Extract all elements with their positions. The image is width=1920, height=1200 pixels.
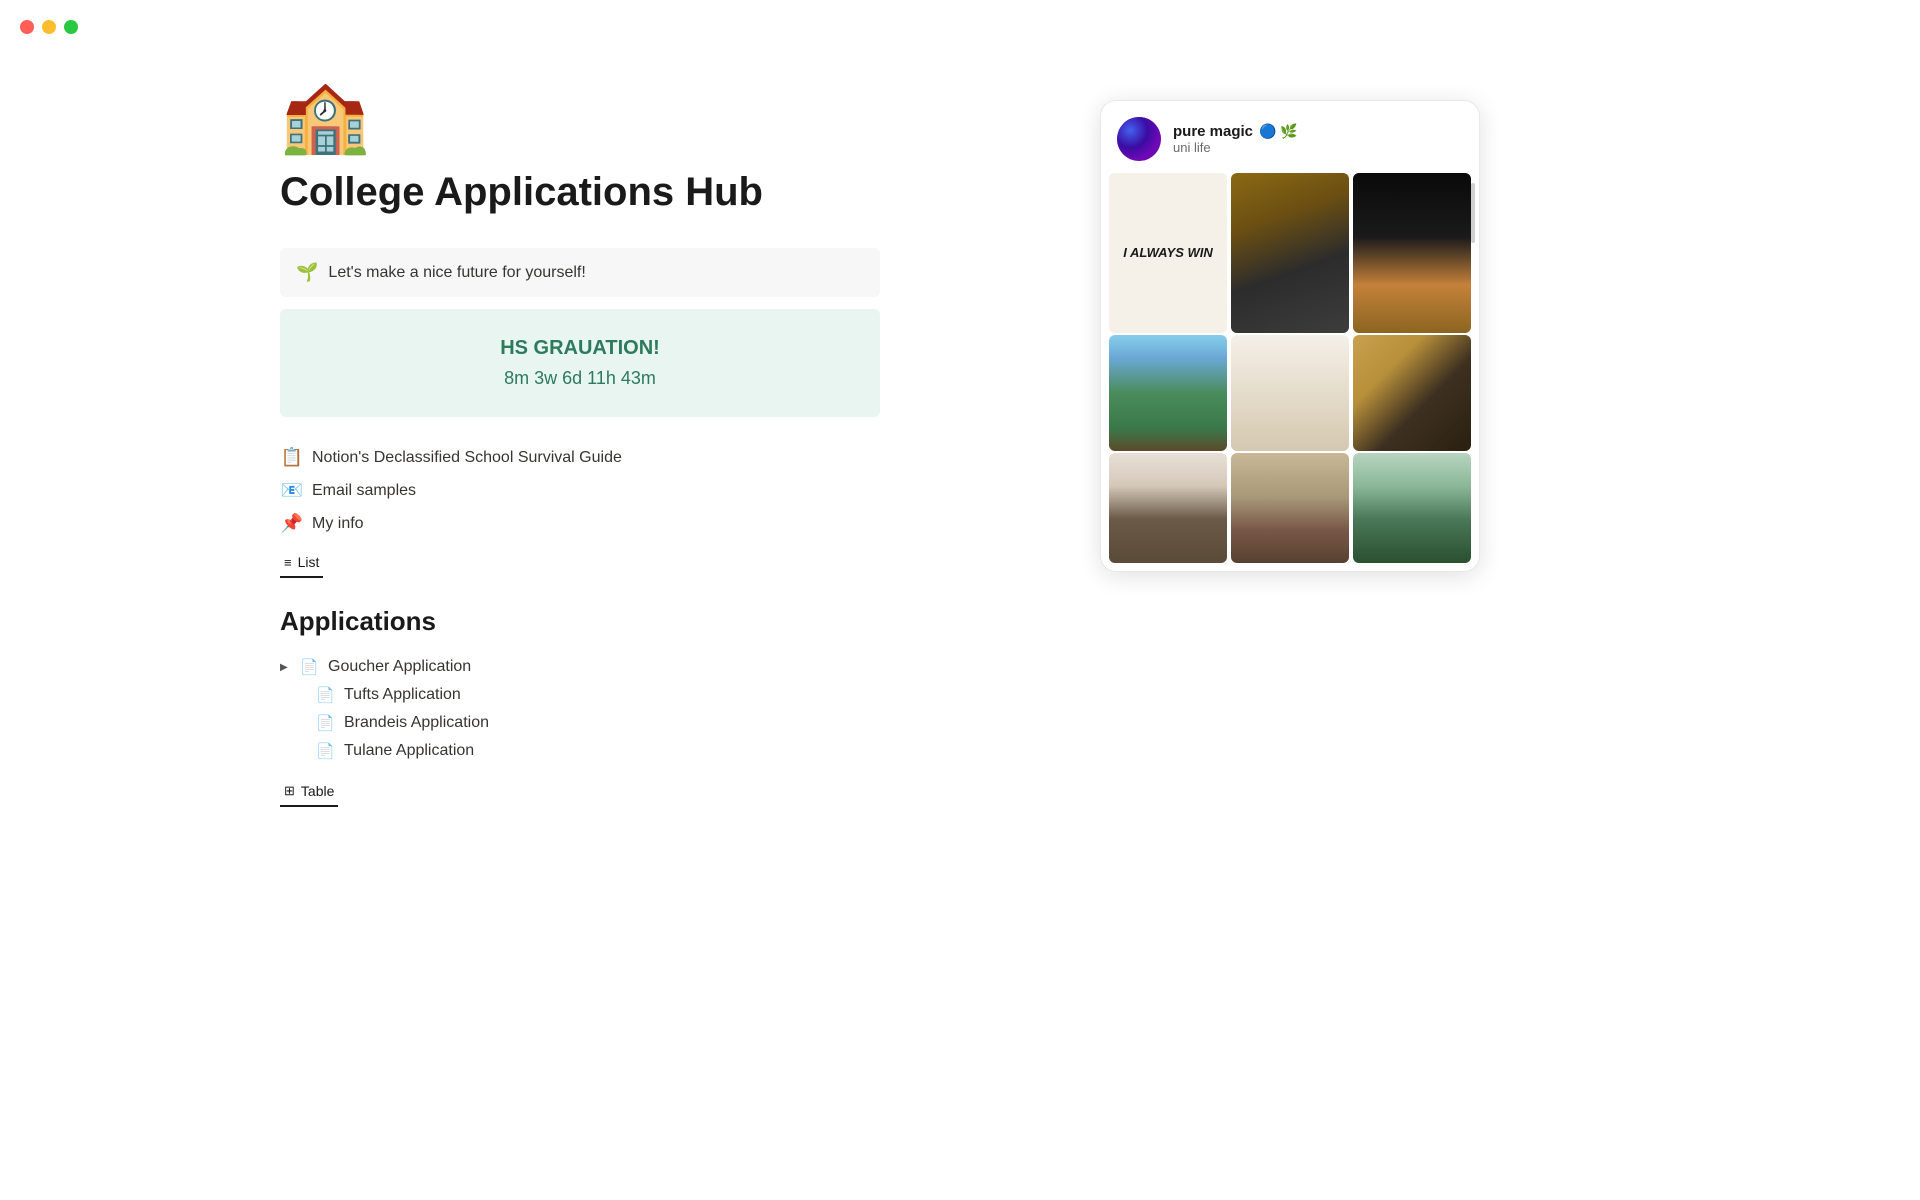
card-header: pure magic 🔵 🌿 uni life (1101, 101, 1479, 173)
app-item-3[interactable]: 📄 Tulane Application (316, 737, 880, 765)
text-cell-content: I ALWAYS WIN (1115, 236, 1221, 270)
countdown-time: 8m 3w 6d 11h 43m (296, 368, 864, 389)
applications-title: Applications (280, 606, 880, 637)
avatar (1117, 117, 1161, 161)
table-icon: ⊞ (284, 783, 295, 799)
doc-icon-1: 📄 (316, 686, 336, 704)
page-title: College Applications Hub (280, 168, 880, 216)
links-section: 📋 Notion's Declassified School Survival … (280, 441, 880, 540)
countdown-box: HS GRAUATION! 8m 3w 6d 11h 43m (280, 309, 880, 417)
list-icon: ≡ (284, 555, 292, 570)
link-icon-0: 📋 (280, 447, 304, 468)
list-tab[interactable]: ≡ List (280, 552, 323, 578)
left-column: 🏫 College Applications Hub 🌱 Let's make … (280, 80, 880, 807)
photo-people (1231, 453, 1349, 563)
doc-icon-3: 📄 (316, 742, 336, 760)
app-item-1[interactable]: 📄 Tufts Application (316, 681, 880, 709)
user-info: pure magic 🔵 🌿 uni life (1173, 123, 1463, 155)
page-icon: 🏫 (280, 80, 880, 152)
main-content: 🏫 College Applications Hub 🌱 Let's make … (160, 0, 1760, 847)
link-item-1[interactable]: 📧 Email samples (280, 474, 880, 507)
badges: 🔵 🌿 (1259, 123, 1298, 140)
photo-campus (1109, 335, 1227, 451)
doc-icon-0: 📄 (300, 658, 320, 676)
link-text-2: My info (312, 515, 364, 533)
callout-text: Let's make a nice future for yourself! (328, 264, 585, 282)
link-icon-1: 📧 (280, 480, 304, 501)
right-column: pure magic 🔵 🌿 uni life I ALWAYS WIN (940, 80, 1640, 807)
list-tab-item[interactable]: ≡ List (280, 552, 323, 572)
applications-list: ▶ 📄 Goucher Application 📄 Tufts Applicat… (280, 653, 880, 765)
callout-icon: 🌱 (296, 262, 318, 283)
app-name-3: Tulane Application (344, 742, 474, 760)
text-cell: I ALWAYS WIN (1109, 173, 1227, 333)
link-icon-2: 📌 (280, 513, 304, 534)
username: pure magic 🔵 🌿 (1173, 123, 1463, 140)
app-name-1: Tufts Application (344, 686, 461, 704)
app-item-0[interactable]: ▶ 📄 Goucher Application (280, 653, 880, 681)
scroll-indicator[interactable] (1471, 183, 1475, 243)
countdown-title: HS GRAUATION! (296, 337, 864, 360)
close-button[interactable] (20, 20, 34, 34)
table-lines (1284, 371, 1296, 415)
photo-cafe (1109, 453, 1227, 563)
list-tab-label: List (298, 554, 320, 570)
link-item-2[interactable]: 📌 My info (280, 507, 880, 540)
traffic-lights (20, 20, 78, 34)
table-tab-item[interactable]: ⊞ Table (280, 781, 338, 801)
maximize-button[interactable] (64, 20, 78, 34)
app-name-0: Goucher Application (328, 658, 471, 676)
photo-speaker (1353, 173, 1471, 333)
link-text-0: Notion's Declassified School Survival Gu… (312, 449, 622, 467)
minimize-button[interactable] (42, 20, 56, 34)
link-item-0[interactable]: 📋 Notion's Declassified School Survival … (280, 441, 880, 474)
photo-studying (1353, 335, 1471, 451)
photo-grades (1231, 335, 1349, 451)
photo-boston-hoodie (1231, 173, 1349, 333)
pinterest-card: pure magic 🔵 🌿 uni life I ALWAYS WIN (1100, 100, 1480, 572)
doc-icon-2: 📄 (316, 714, 336, 732)
expand-arrow-icon: ▶ (280, 662, 292, 673)
image-row-2 (1101, 335, 1479, 453)
table-tab-label: Table (301, 783, 334, 799)
image-row-3 (1101, 453, 1479, 571)
card-subtitle: uni life (1173, 140, 1463, 155)
app-item-2[interactable]: 📄 Brandeis Application (316, 709, 880, 737)
photo-bookstore (1353, 453, 1471, 563)
table-tab[interactable]: ⊞ Table (280, 781, 338, 807)
link-text-1: Email samples (312, 482, 416, 500)
image-row-1: I ALWAYS WIN (1101, 173, 1479, 335)
callout-box: 🌱 Let's make a nice future for yourself! (280, 248, 880, 297)
app-name-2: Brandeis Application (344, 714, 489, 732)
card-body: I ALWAYS WIN (1101, 173, 1479, 571)
